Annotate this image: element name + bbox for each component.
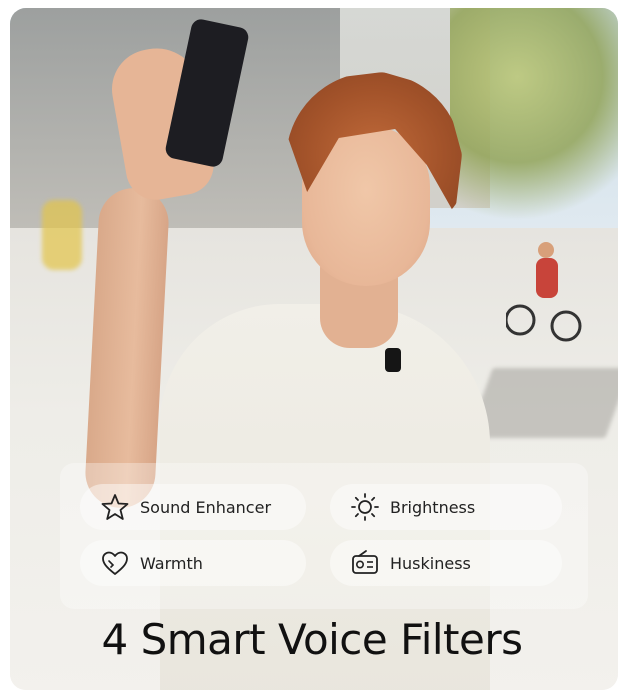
radio-icon [352, 550, 378, 574]
sun-icon [351, 493, 379, 521]
filter-label: Sound Enhancer [140, 497, 272, 517]
filter-label: Huskiness [390, 553, 471, 573]
background-figure [42, 200, 82, 270]
heart-icon [102, 551, 128, 575]
headline: 4 Smart Voice Filters [101, 615, 523, 664]
filter-label: Warmth [140, 553, 203, 573]
filter-warmth: Warmth [80, 540, 306, 586]
street-shadow [467, 368, 618, 438]
filter-huskiness: Huskiness [330, 540, 562, 586]
trees [450, 8, 618, 238]
lavalier-mic [385, 348, 401, 372]
filter-sound-enhancer: Sound Enhancer [80, 484, 306, 530]
cyclist-figure [506, 242, 582, 342]
filter-label: Brightness [390, 497, 476, 517]
star-icon [101, 494, 129, 520]
filter-brightness: Brightness [330, 484, 562, 530]
